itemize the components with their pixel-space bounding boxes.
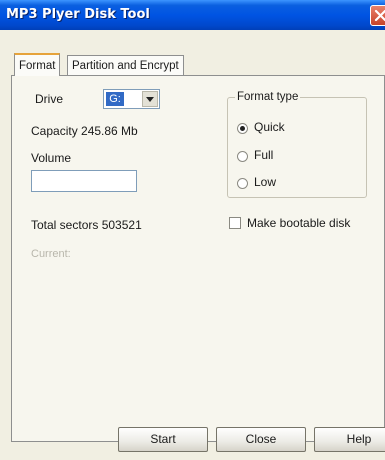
close-icon [374, 9, 385, 22]
make-bootable-checkbox[interactable] [229, 217, 241, 229]
title-bar[interactable]: MP3 Plyer Disk Tool [0, 0, 385, 30]
total-sectors-text: Total sectors 503521 [31, 218, 142, 232]
help-button[interactable]: Help [314, 427, 385, 452]
close-button[interactable]: Close [216, 427, 306, 452]
radio-quick[interactable] [237, 123, 248, 134]
radio-quick-label: Quick [254, 120, 285, 134]
radio-low-label: Low [254, 175, 277, 189]
capacity-text: Capacity 245.86 Mb [31, 124, 138, 138]
drive-label: Drive [35, 92, 64, 106]
dropdown-button[interactable] [142, 91, 158, 107]
drive-select[interactable]: G: [103, 89, 160, 109]
volume-input[interactable] [31, 170, 137, 192]
tab-format[interactable]: Format [14, 53, 61, 76]
close-window-button[interactable] [370, 5, 385, 26]
volume-label: Volume [31, 151, 72, 165]
format-type-title: Format type [235, 91, 301, 103]
make-bootable-label: Make bootable disk [247, 216, 351, 230]
format-type-group [227, 97, 367, 198]
drive-select-value: G: [106, 92, 124, 106]
start-button[interactable]: Start [118, 427, 208, 452]
radio-full-label: Full [254, 148, 274, 162]
current-status-label: Current: [31, 248, 71, 260]
window-title: MP3 Plyer Disk Tool [6, 7, 150, 22]
radio-low[interactable] [237, 178, 248, 189]
radio-full[interactable] [237, 151, 248, 162]
tab-partition-and-encrypt[interactable]: Partition and Encrypt [67, 55, 184, 75]
chevron-down-icon [146, 97, 154, 102]
